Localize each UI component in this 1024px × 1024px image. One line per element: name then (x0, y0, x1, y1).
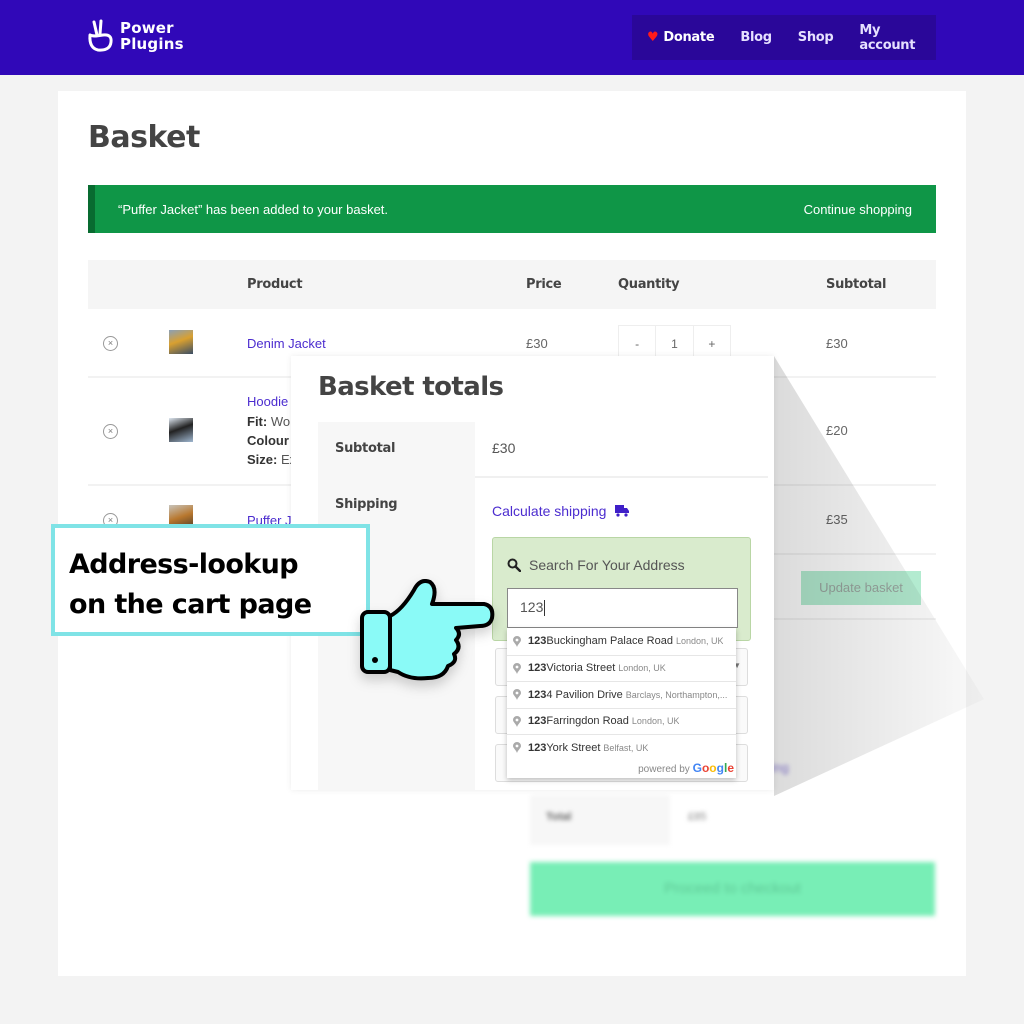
product-subtotal: £20 (826, 423, 848, 438)
logo-line-1: Power (120, 19, 174, 37)
suggestion-match: 123 (528, 662, 547, 675)
order-total-value: £85 (688, 811, 707, 823)
address-suggestion[interactable]: 123 Farringdon Road London, UK (507, 707, 736, 735)
google-letter: g (716, 760, 724, 775)
suggestion-main: 4 Pavilion Drive (546, 688, 623, 701)
peace-hand-logo-icon (88, 19, 113, 52)
cart-table-header: Product Price Quantity Subtotal (88, 260, 936, 309)
suggestion-secondary: London, UK (631, 716, 680, 727)
map-pin-icon (513, 635, 521, 647)
notice-message: “Puffer Jacket” has been added to your b… (118, 201, 389, 217)
product-name-link[interactable]: Denim Jacket (247, 336, 326, 351)
remove-item-button[interactable]: × (103, 424, 118, 439)
nav-donate[interactable]: ♥ Donate (647, 30, 715, 45)
calculate-shipping-label: Calculate shipping (492, 503, 607, 519)
text-caret (544, 600, 546, 617)
suggestion-secondary: London, UK (675, 636, 724, 647)
nav-my-account[interactable]: My account (859, 23, 915, 53)
heart-icon: ♥ (647, 30, 659, 45)
suggestion-match: 123 (528, 741, 547, 754)
google-letter: G (692, 760, 702, 775)
col-quantity: Quantity (618, 277, 680, 292)
suggestion-secondary: London, UK (618, 663, 666, 674)
suggestion-match: 123 (528, 635, 547, 648)
google-letter: e (727, 760, 734, 775)
nav-blog[interactable]: Blog (740, 30, 772, 45)
col-subtotal: Subtotal (826, 277, 887, 292)
product-name-link[interactable]: Hoodie (247, 394, 288, 409)
subtotal-label: Subtotal (335, 441, 396, 456)
continue-shopping-link[interactable]: Continue shopping (804, 202, 912, 217)
remove-item-button[interactable]: × (103, 336, 118, 351)
address-suggestion[interactable]: 123 4 Pavilion Drive Barclays, Northampton… (507, 681, 736, 708)
suggestion-main: Farringdon Road (546, 715, 629, 728)
order-total-row: Total £85 (530, 795, 936, 845)
address-suggestion[interactable]: 123 York Street Belfast, UK (507, 734, 736, 761)
suggestion-main: Victoria Street (546, 662, 616, 675)
address-suggestion[interactable]: 123 Buckingham Palace Road London, UK (507, 628, 736, 655)
callout-line-2: on the cart page (69, 589, 312, 620)
address-lookup-label: Search For Your Address (529, 557, 685, 573)
nav-donate-label: Donate (663, 30, 715, 45)
suggestion-secondary: Barclays, Northampton,... (625, 689, 728, 700)
product-thumbnail[interactable] (169, 330, 193, 354)
product-thumbnail[interactable] (169, 418, 193, 442)
subtotal-value: £30 (492, 440, 516, 456)
callout-line-1: Address-lookup (69, 549, 299, 580)
callout-text: Address-lookup on the cart page (69, 545, 312, 625)
calculate-shipping-link[interactable]: Calculate shipping (492, 503, 630, 519)
product-price: £30 (526, 336, 548, 351)
address-lookup-title: Search For Your Address (507, 557, 685, 573)
suggestion-secondary: Belfast, UK (603, 742, 649, 753)
shipping-label: Shipping (335, 497, 398, 512)
address-lookup-box: Search For Your Address 123 (492, 537, 751, 641)
basket-totals-title: Basket totals (318, 372, 504, 402)
order-total-label: Total (530, 795, 670, 845)
nav-shop[interactable]: Shop (798, 30, 834, 45)
meta-key: Size: (247, 452, 278, 467)
col-price: Price (526, 277, 562, 292)
address-search-input[interactable]: 123 (507, 588, 738, 628)
powered-by-google: powered by Google (507, 761, 736, 778)
page-title: Basket (88, 120, 200, 155)
proceed-to-checkout-button[interactable]: Proceed to checkout (530, 862, 935, 916)
map-pin-icon (513, 689, 521, 701)
product-variation-meta: Fit: Wo Colour Size: Ex (247, 412, 296, 469)
site-logo[interactable]: Power Plugins (86, 18, 184, 54)
map-pin-icon (513, 662, 521, 674)
col-product: Product (247, 277, 303, 292)
suggestion-match: 123 (528, 688, 547, 701)
feature-callout: Address-lookup on the cart page (51, 524, 370, 636)
address-suggestion[interactable]: 123 Victoria Street London, UK (507, 654, 736, 682)
totals-divider (475, 476, 768, 478)
map-pin-icon (513, 715, 521, 727)
pointing-hand-icon (360, 579, 495, 681)
suggestion-main: Buckingham Palace Road (546, 635, 673, 648)
powered-by-label: powered by (638, 763, 690, 775)
meta-key: Fit: (247, 414, 268, 429)
google-letter: o (709, 760, 717, 775)
truck-icon (615, 505, 630, 517)
google-logo: Google (692, 760, 734, 775)
map-pin-icon (513, 742, 521, 754)
product-subtotal: £30 (826, 336, 848, 351)
suggestion-main: York Street (546, 741, 601, 754)
meta-key: Colour (247, 433, 289, 448)
logo-line-2: Plugins (120, 35, 184, 53)
site-header: Power Plugins ♥ Donate Blog Shop My acco… (0, 0, 1024, 75)
search-icon (507, 558, 521, 572)
meta-value: Wo (270, 414, 291, 429)
added-to-basket-notice: “Puffer Jacket” has been added to your b… (88, 185, 936, 233)
address-suggestions-dropdown: 123 Buckingham Palace Road London, UK 123… (507, 628, 736, 778)
main-nav: ♥ Donate Blog Shop My account (632, 15, 936, 60)
suggestion-match: 123 (528, 715, 547, 728)
address-search-value: 123 (520, 599, 544, 615)
